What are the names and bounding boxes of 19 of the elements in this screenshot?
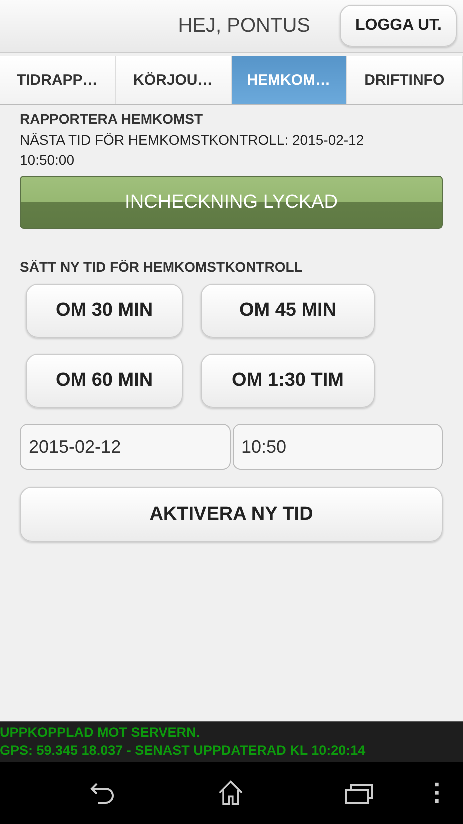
greeting-text: HEJ, PONTUS [178, 14, 310, 38]
date-field[interactable]: 2015-02-12 [20, 424, 230, 470]
activate-button[interactable]: AKTIVERA NY TID [20, 487, 443, 542]
tab[interactable]: TIDRAPP… [0, 56, 116, 104]
quick-time-button[interactable]: OM 60 MIN [26, 354, 183, 408]
connection-status-text: UPPKOPPLAD MOT SERVERN. [0, 724, 202, 742]
quick-time-button[interactable]: OM 30 MIN [26, 284, 183, 338]
more-icon[interactable] [434, 782, 440, 804]
next-time-text: NÄSTA TID FÖR HEMKOMSTKONTROLL: 2015-02-12 10:50:00 [20, 131, 366, 170]
section-title: SÄTT NY TID FÖR HEMKOMSTKONTROLL [20, 259, 304, 275]
quick-time-button[interactable]: OM 45 MIN [201, 284, 375, 338]
tab[interactable]: KÖRJOU… [116, 56, 232, 104]
tab[interactable]: DRIFTINFO [347, 56, 463, 104]
quick-time-button[interactable]: OM 1:30 TIM [201, 354, 375, 408]
gps-status-text: GPS: 59.345 18.037 - SENAST UPPDATERAD KL 10:20:14 [0, 742, 367, 760]
time-field[interactable]: 10:50 [232, 424, 443, 470]
logout-button[interactable]: LOGGA UT. [340, 5, 457, 47]
status-banner: INCHECKNING LYCKAD [20, 176, 443, 229]
section-title: RAPPORTERA HEMKOMST [20, 111, 204, 127]
